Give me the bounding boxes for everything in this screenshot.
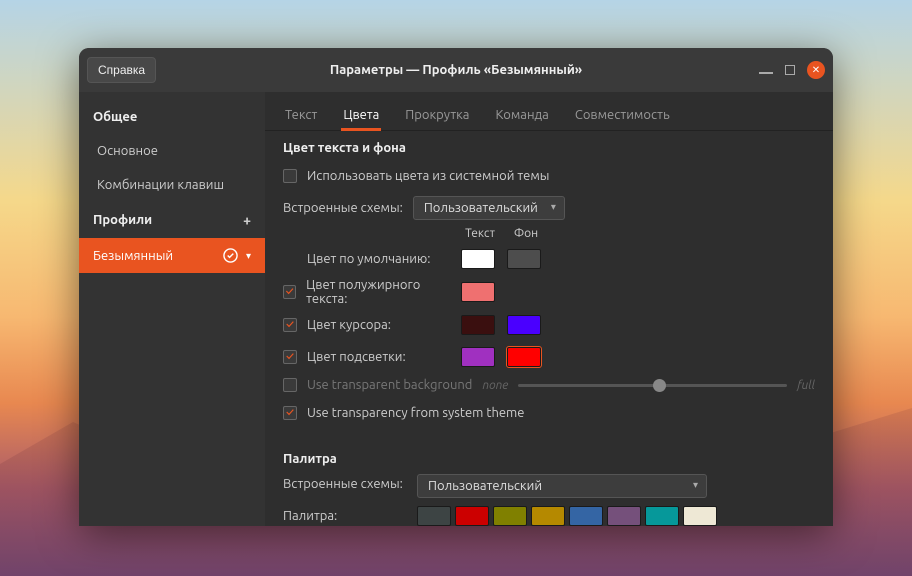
tabs: Текст Цвета Прокрутка Команда Совместимо…	[265, 92, 833, 131]
sidebar: Общее Основное Комбинации клавиш Профили…	[79, 92, 265, 526]
palette-swatch[interactable]	[455, 506, 489, 526]
default-text-swatch[interactable]	[461, 249, 495, 269]
sidebar-item-active-profile[interactable]: Безымянный ▾	[79, 238, 265, 273]
cursor-text-swatch[interactable]	[461, 315, 495, 335]
palette-swatch[interactable]	[683, 506, 717, 526]
profiles-label: Профили	[93, 213, 152, 227]
palette-swatch[interactable]	[607, 506, 641, 526]
default-bg-swatch[interactable]	[507, 249, 541, 269]
profile-menu-chevron-icon[interactable]: ▾	[246, 250, 251, 262]
tab-colors[interactable]: Цвета	[341, 102, 381, 131]
cursor-color-checkbox[interactable]	[283, 318, 297, 332]
check-circle-icon	[223, 248, 238, 263]
text-and-bg-heading: Цвет текста и фона	[283, 141, 815, 155]
col-head-bg: Фон	[507, 227, 545, 240]
slider-thumb[interactable]	[653, 379, 666, 392]
col-head-text: Текст	[461, 227, 499, 240]
transparency-slider[interactable]	[518, 384, 787, 387]
palette-swatch[interactable]	[645, 506, 679, 526]
use-system-theme-label: Использовать цвета из системной темы	[307, 169, 549, 183]
maximize-button[interactable]	[785, 65, 795, 75]
minimize-button[interactable]	[759, 72, 773, 74]
window-title: Параметры — Профиль «Безымянный»	[79, 63, 833, 77]
preferences-window: Справка Параметры — Профиль «Безымянный»…	[79, 48, 833, 526]
bold-text-swatch[interactable]	[461, 282, 495, 302]
palette-row-1	[417, 506, 717, 526]
titlebar: Справка Параметры — Профиль «Безымянный»…	[79, 48, 833, 92]
palette-scheme-select[interactable]: Пользовательский	[417, 474, 707, 498]
sidebar-section-general: Общее	[79, 100, 265, 134]
system-transparency-checkbox[interactable]	[283, 406, 297, 420]
transparent-bg-checkbox[interactable]	[283, 378, 297, 392]
slider-full-label: full	[797, 379, 815, 392]
active-profile-label: Безымянный	[93, 249, 173, 263]
help-button[interactable]: Справка	[87, 57, 156, 83]
bold-color-checkbox[interactable]	[283, 285, 296, 299]
cursor-color-label: Цвет курсора:	[307, 318, 391, 332]
palette-scheme-label: Встроенные схемы:	[283, 474, 403, 491]
builtin-scheme-select[interactable]: Пользовательский	[413, 196, 565, 220]
tab-command[interactable]: Команда	[493, 102, 550, 130]
default-color-label: Цвет по умолчанию:	[307, 252, 430, 266]
palette-swatch[interactable]	[493, 506, 527, 526]
sidebar-item-shortcuts[interactable]: Комбинации клавиш	[79, 168, 265, 202]
highlight-text-swatch[interactable]	[461, 347, 495, 367]
cursor-bg-swatch[interactable]	[507, 315, 541, 335]
transparent-bg-label: Use transparent background	[307, 378, 472, 392]
add-profile-button[interactable]: +	[243, 212, 251, 228]
palette-swatch[interactable]	[417, 506, 451, 526]
palette-label: Палитра:	[283, 506, 403, 523]
slider-none-label: none	[482, 379, 508, 392]
use-system-theme-checkbox[interactable]	[283, 169, 297, 183]
bold-color-label: Цвет полужирного текста:	[306, 278, 453, 306]
palette-swatch[interactable]	[531, 506, 565, 526]
tab-text[interactable]: Текст	[283, 102, 319, 130]
sidebar-item-basic[interactable]: Основное	[79, 134, 265, 168]
content-panel: Текст Цвета Прокрутка Команда Совместимо…	[265, 92, 833, 526]
tab-compat[interactable]: Совместимость	[573, 102, 672, 130]
close-button[interactable]: ✕	[807, 61, 825, 79]
highlight-color-checkbox[interactable]	[283, 350, 297, 364]
palette-heading: Палитра	[283, 452, 815, 466]
system-transparency-label: Use transparency from system theme	[307, 406, 524, 420]
highlight-color-label: Цвет подсветки:	[307, 350, 406, 364]
highlight-bg-swatch[interactable]	[507, 347, 541, 367]
tab-scroll[interactable]: Прокрутка	[403, 102, 471, 130]
sidebar-section-profiles: Профили +	[79, 202, 265, 238]
builtin-scheme-label: Встроенные схемы:	[283, 201, 403, 215]
palette-swatch[interactable]	[569, 506, 603, 526]
